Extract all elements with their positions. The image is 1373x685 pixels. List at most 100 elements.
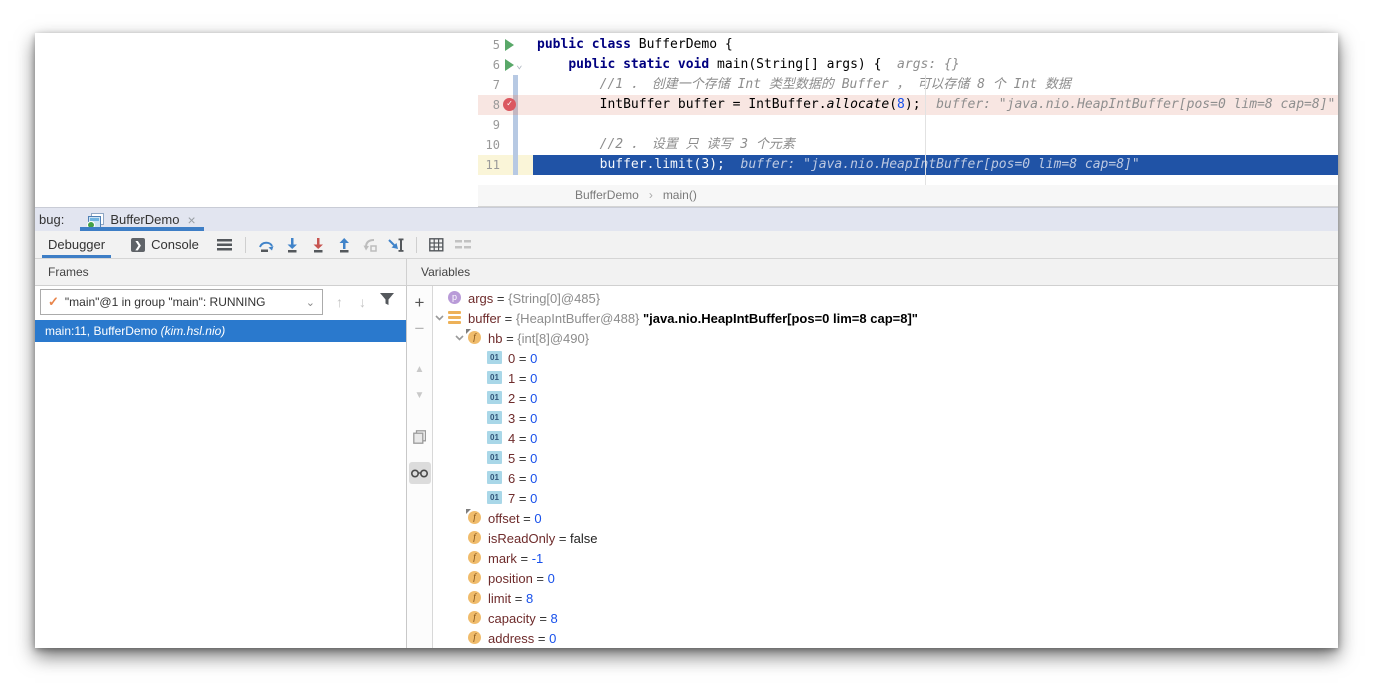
variable-name: 3 — [508, 410, 516, 426]
code-text[interactable] — [533, 115, 1338, 135]
remove-watch-icon[interactable]: − — [409, 318, 431, 340]
variable-row-5[interactable]: 01 5 = 0 — [433, 448, 1338, 468]
hamburger-menu-icon[interactable] — [213, 234, 237, 256]
panel-headers: Frames Variables — [35, 259, 1338, 286]
debugger-toolbar: Debugger ❯ Console — [35, 231, 1338, 259]
gutter-line-6[interactable]: 6 ⌄ — [478, 55, 533, 75]
move-up-icon[interactable]: ▲ — [409, 358, 431, 380]
run-to-cursor-icon[interactable] — [384, 234, 408, 256]
variable-row-3[interactable]: 01 3 = 0 — [433, 408, 1338, 428]
stack-frame-row[interactable]: main:11, BufferDemo (kim.hsl.nio) — [35, 320, 406, 342]
code-line-11[interactable]: 11 buffer.limit(3); buffer: "java.nio.He… — [478, 155, 1338, 175]
variable-name: 6 — [508, 470, 516, 486]
frame-down-icon[interactable]: ↓ — [359, 294, 366, 310]
variable-name: buffer — [468, 310, 502, 326]
tab-console[interactable]: ❯ Console — [125, 231, 205, 258]
variable-value: {HeapIntBuffer@488} — [515, 310, 644, 326]
code-line-10[interactable]: 10 //2 ． 设置 只 读写 3 个元素 — [478, 135, 1338, 155]
move-down-icon[interactable]: ▼ — [409, 384, 431, 406]
breakpoint-icon[interactable]: ✓ — [503, 98, 516, 111]
variable-row-0[interactable]: 01 0 = 0 — [433, 348, 1338, 368]
variable-row-address[interactable]: f address = 0 — [433, 628, 1338, 648]
panel-divider[interactable] — [406, 259, 407, 286]
variable-name: 4 — [508, 430, 516, 446]
variables-tree: p args = {String[0]@485} buffer = {HeapInt… — [433, 286, 1338, 648]
variable-row-buffer[interactable]: buffer = {HeapIntBuffer@488} "java.nio.H… — [433, 308, 1338, 328]
breadcrumb[interactable]: BufferDemo › main() — [478, 185, 1338, 207]
variable-row-args[interactable]: p args = {String[0]@485} — [433, 288, 1338, 308]
variable-row-7[interactable]: 01 7 = 0 — [433, 488, 1338, 508]
breadcrumb-class[interactable]: BufferDemo — [575, 188, 639, 202]
frames-panel: ✓ "main"@1 in group "main": RUNNING ⌄ ↑ … — [35, 286, 407, 648]
code-area[interactable]: 5 public class BufferDemo {6 ⌄ public stat… — [478, 33, 1338, 195]
variable-row-4[interactable]: 01 4 = 0 — [433, 428, 1338, 448]
frame-up-icon[interactable]: ↑ — [336, 294, 343, 310]
gutter-line-5[interactable]: 5 — [478, 35, 533, 55]
toolbar-separator — [415, 236, 417, 253]
console-tab-label[interactable]: Console — [151, 237, 199, 252]
step-out-icon[interactable] — [332, 234, 356, 256]
code-text[interactable]: //1 ． 创建一个存储 Int 类型数据的 Buffer ， 可以存储 8 个… — [533, 75, 1338, 95]
thread-selector-dropdown[interactable]: ✓ "main"@1 in group "main": RUNNING ⌄ — [40, 289, 323, 315]
force-step-into-icon[interactable] — [306, 234, 330, 256]
step-into-icon[interactable] — [280, 234, 304, 256]
chevron-expanded-icon[interactable] — [433, 312, 445, 324]
field-icon: f — [467, 531, 483, 545]
line-number: 6 — [492, 58, 500, 72]
show-watches-icon[interactable] — [408, 462, 431, 484]
frame-location: main:11, BufferDemo — [45, 324, 161, 338]
gutter-line-9[interactable]: 9 — [478, 115, 533, 135]
code-text[interactable]: IntBuffer buffer = IntBuffer.allocate(8)… — [533, 95, 1338, 115]
code-line-7[interactable]: 7 //1 ． 创建一个存储 Int 类型数据的 Buffer ， 可以存储 8… — [478, 75, 1338, 95]
code-editor[interactable]: 5 public class BufferDemo {6 ⌄ public stat… — [35, 33, 1338, 195]
code-text[interactable]: public static void main(String[] args) {… — [533, 55, 1338, 75]
tab-debugger[interactable]: Debugger — [42, 231, 112, 258]
debugger-tab-label[interactable]: Debugger — [48, 237, 105, 252]
variable-row-limit[interactable]: f limit = 8 — [433, 588, 1338, 608]
debug-session-tab-label[interactable]: BufferDemo — [110, 212, 179, 227]
code-text[interactable]: public class BufferDemo { — [533, 35, 1338, 55]
code-line-9[interactable]: 9 — [478, 115, 1338, 135]
variable-row-6[interactable]: 01 6 = 0 — [433, 468, 1338, 488]
variable-row-1[interactable]: 01 1 = 0 — [433, 368, 1338, 388]
gutter-line-11[interactable]: 11 — [478, 155, 533, 175]
code-text[interactable]: buffer.limit(3); buffer: "java.nio.HeapI… — [533, 155, 1338, 175]
run-icon[interactable] — [505, 39, 514, 51]
chevron-expanded-icon[interactable] — [453, 332, 465, 344]
variable-row-offset[interactable]: f offset = 0 — [433, 508, 1338, 528]
run-icon[interactable] — [505, 59, 514, 71]
indent-guide — [925, 75, 926, 195]
equals-sign: = — [511, 590, 526, 606]
close-icon[interactable]: × — [187, 212, 195, 228]
code-line-6[interactable]: 6 ⌄ public static void main(String[] args… — [478, 55, 1338, 75]
breadcrumb-method[interactable]: main() — [663, 188, 697, 202]
code-line-5[interactable]: 5 public class BufferDemo { — [478, 35, 1338, 55]
view-breakpoints-grid-icon[interactable] — [425, 234, 449, 256]
variable-row-position[interactable]: f position = 0 — [433, 568, 1338, 588]
variable-row-capacity[interactable]: f capacity = 8 — [433, 608, 1338, 628]
tab-bufferdemo-session[interactable]: BufferDemo × — [80, 208, 204, 231]
gutter-line-7[interactable]: 7 — [478, 75, 533, 95]
variable-row-mark[interactable]: f mark = -1 — [433, 548, 1338, 568]
variable-value: 0 — [530, 350, 538, 366]
line-number: 8 — [492, 98, 500, 112]
variable-row-hb[interactable]: f hb = {int[8]@490} — [433, 328, 1338, 348]
variable-row-isReadOnly[interactable]: f isReadOnly = false — [433, 528, 1338, 548]
filter-frames-icon[interactable] — [380, 293, 394, 311]
step-over-icon[interactable] — [254, 234, 278, 256]
variable-row-2[interactable]: 01 2 = 0 — [433, 388, 1338, 408]
duplicate-icon[interactable] — [409, 426, 431, 448]
drop-frame-icon[interactable] — [358, 234, 382, 256]
fold-marker-icon[interactable]: ⌄ — [516, 55, 523, 75]
add-watch-icon[interactable]: + — [409, 292, 431, 314]
restore-layout-icon[interactable] — [451, 234, 475, 256]
code-line-8[interactable]: 8 ✓ IntBuffer buffer = IntBuffer.allocate… — [478, 95, 1338, 115]
code-text[interactable]: //2 ． 设置 只 读写 3 个元素 — [533, 135, 1338, 155]
gutter-line-10[interactable]: 10 — [478, 135, 533, 155]
vcs-change-stripe — [513, 75, 518, 95]
gutter-line-8[interactable]: 8 ✓ — [478, 95, 533, 115]
variable-value: {String[0]@485} — [508, 290, 601, 306]
